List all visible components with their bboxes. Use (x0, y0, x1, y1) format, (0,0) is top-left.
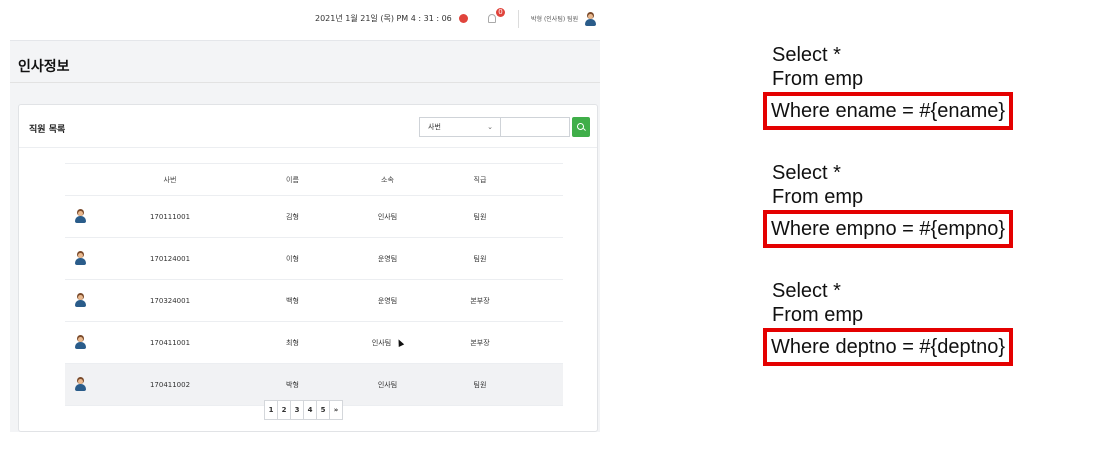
row-dept: 인사팀 (340, 363, 435, 406)
next-page-button[interactable]: » (329, 400, 343, 420)
table-header-spacer (525, 163, 563, 196)
table-header-name: 이름 (245, 163, 340, 196)
notification-badge: 0 (496, 8, 505, 17)
sql-where-highlight: Where empno = #{empno} (763, 210, 1014, 248)
row-dept-text: 인사팀 (371, 338, 392, 347)
employee-avatar-icon (74, 292, 86, 307)
table-row[interactable]: 170111001 김형 인사팀 팀원 (65, 195, 563, 238)
mouse-cursor-icon (395, 338, 405, 347)
row-empno: 170111001 (95, 195, 245, 238)
sql-from-line: From emp (772, 68, 864, 90)
table-row[interactable]: 170324001 백형 운영팀 본부장 (65, 279, 563, 322)
row-rank: 본부장 (435, 321, 525, 364)
row-dept: 운영팀 (340, 237, 435, 280)
page-title: 인사정보 (18, 59, 70, 75)
search-field-select[interactable]: 사번 ⌄ (419, 117, 501, 137)
row-avatar-cell (65, 237, 95, 280)
table-header-dept: 소속 (340, 163, 435, 196)
table-row[interactable]: 170411001 최형 인사팀 본부장 (65, 321, 563, 364)
title-divider (10, 82, 600, 83)
row-avatar-cell (65, 363, 95, 406)
sql-select-line: Select * (772, 44, 841, 66)
row-spacer (525, 237, 563, 280)
sql-select-line: Select * (772, 162, 841, 184)
employee-avatar-icon (74, 250, 86, 265)
sql-query-empno: Select * From emp Where empno = #{empno} (763, 162, 1014, 248)
page-1-button[interactable]: 1 (264, 400, 278, 420)
row-avatar-cell (65, 279, 95, 322)
sql-where-highlight: Where ename = #{ename} (763, 92, 1014, 130)
search-button[interactable] (572, 117, 590, 137)
sql-query-ename: Select * From emp Where ename = #{ename} (763, 44, 1014, 130)
row-dept: 인사팀 (340, 321, 435, 364)
search-input[interactable] (500, 117, 570, 137)
row-spacer (525, 363, 563, 406)
row-name: 김형 (245, 195, 340, 238)
page-5-button[interactable]: 5 (316, 400, 330, 420)
page-2-button[interactable]: 2 (277, 400, 291, 420)
employee-avatar-icon (74, 376, 86, 391)
card-header-divider (19, 147, 597, 148)
row-rank: 본부장 (435, 279, 525, 322)
row-name: 최형 (245, 321, 340, 364)
row-dept: 운영팀 (340, 279, 435, 322)
page-4-button[interactable]: 4 (303, 400, 317, 420)
sql-where-line: Where empno = #{empno} (771, 218, 1006, 240)
employee-avatar-icon (74, 208, 86, 223)
alert-icon[interactable] (459, 14, 468, 23)
page-3-button[interactable]: 3 (290, 400, 304, 420)
employee-list-card: 직원 목록 사번 ⌄ 사번 이름 소속 직급 170111001 김형 인사팀 … (18, 104, 598, 432)
row-name: 이형 (245, 237, 340, 280)
employee-table: 사번 이름 소속 직급 170111001 김형 인사팀 팀원 17012400… (65, 163, 563, 406)
search-field-value: 사번 (428, 123, 441, 131)
row-empno: 170324001 (95, 279, 245, 322)
user-avatar-icon[interactable] (584, 12, 596, 26)
sql-where-line: Where ename = #{ename} (771, 100, 1006, 122)
user-label[interactable]: 박형 (인사팀) 팀원 (531, 14, 578, 23)
row-empno: 170411002 (95, 363, 245, 406)
row-empno: 170124001 (95, 237, 245, 280)
row-rank: 팀원 (435, 363, 525, 406)
row-spacer (525, 321, 563, 364)
table-header-rank: 직급 (435, 163, 525, 196)
row-spacer (525, 279, 563, 322)
sql-where-line: Where deptno = #{deptno} (771, 336, 1006, 358)
sql-where-highlight: Where deptno = #{deptno} (763, 328, 1014, 366)
current-datetime: 2021년 1월 21일 (목) PM 4 : 31 : 06 (315, 14, 452, 23)
row-empno: 170411001 (95, 321, 245, 364)
sql-query-deptno: Select * From emp Where deptno = #{deptn… (763, 280, 1014, 366)
hr-app-screenshot: 2021년 1월 21일 (목) PM 4 : 31 : 06 0 박형 (인사… (10, 0, 600, 432)
row-rank: 팀원 (435, 195, 525, 238)
pagination: 1 2 3 4 5 » (264, 400, 343, 420)
chevron-down-icon: ⌄ (487, 123, 493, 131)
topbar-divider (518, 10, 519, 28)
row-rank: 팀원 (435, 237, 525, 280)
top-bar: 2021년 1월 21일 (목) PM 4 : 31 : 06 0 박형 (인사… (10, 0, 600, 41)
table-row[interactable]: 170124001 이형 운영팀 팀원 (65, 237, 563, 280)
sql-select-line: Select * (772, 280, 841, 302)
bell-icon[interactable] (488, 14, 496, 23)
row-avatar-cell (65, 195, 95, 238)
row-dept: 인사팀 (340, 195, 435, 238)
card-title: 직원 목록 (29, 125, 66, 135)
row-avatar-cell (65, 321, 95, 364)
search-icon (577, 123, 584, 130)
row-name: 백형 (245, 279, 340, 322)
table-header-avatar (65, 163, 95, 196)
sql-from-line: From emp (772, 186, 864, 208)
row-spacer (525, 195, 563, 238)
table-header-empno: 사번 (95, 163, 245, 196)
sql-from-line: From emp (772, 304, 864, 326)
employee-avatar-icon (74, 334, 86, 349)
table-header-row: 사번 이름 소속 직급 (65, 163, 563, 196)
